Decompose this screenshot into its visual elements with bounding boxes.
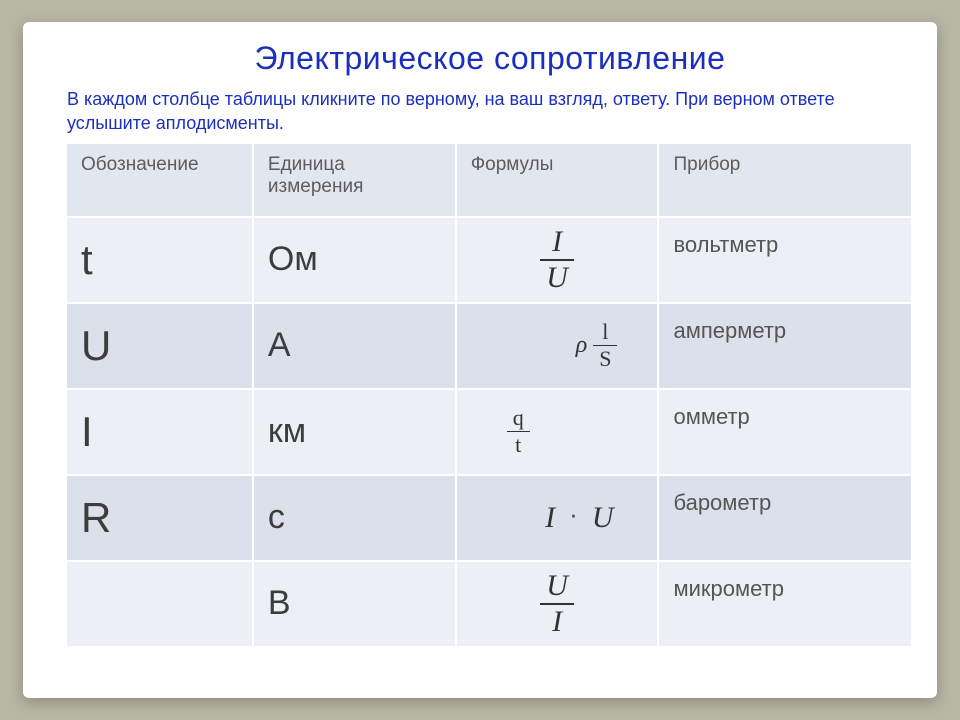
answer-device[interactable]: омметр	[658, 389, 912, 475]
answer-unit[interactable]: км	[253, 389, 456, 475]
answer-device[interactable]: барометр	[658, 475, 912, 561]
table-row: U А ρ l S амперметр	[67, 303, 912, 389]
product-formula-icon: I · U	[471, 501, 644, 535]
answer-unit[interactable]: с	[253, 475, 456, 561]
col-header-formula: Формулы	[456, 144, 659, 217]
fraction-icon: I U	[540, 225, 574, 295]
instructions-text: В каждом столбце таблицы кликните по вер…	[67, 87, 913, 136]
rho-formula-icon: ρ l S	[471, 319, 644, 372]
answer-symbol[interactable]: t	[67, 217, 253, 303]
table-row: t Ом I U вольтметр	[67, 217, 912, 303]
answer-symbol[interactable]	[67, 561, 253, 647]
fraction-icon: q t	[507, 405, 530, 458]
answer-formula[interactable]: q t	[456, 389, 659, 475]
answer-unit[interactable]: В	[253, 561, 456, 647]
table-row: I км q t омметр	[67, 389, 912, 475]
slide-card: Электрическое сопротивление В каждом сто…	[23, 22, 937, 698]
answer-formula[interactable]: U I	[456, 561, 659, 647]
answer-formula[interactable]: ρ l S	[456, 303, 659, 389]
answer-symbol[interactable]: R	[67, 475, 253, 561]
col-header-device: Прибор	[658, 144, 912, 217]
col-header-symbol: Обозначение	[67, 144, 253, 217]
answer-unit[interactable]: А	[253, 303, 456, 389]
table-header-row: Обозначение Единица измерения Формулы Пр…	[67, 144, 912, 217]
answer-formula[interactable]: I U	[456, 217, 659, 303]
answer-device[interactable]: вольтметр	[658, 217, 912, 303]
answer-symbol[interactable]: U	[67, 303, 253, 389]
fraction-icon: U I	[540, 569, 574, 639]
answer-device[interactable]: микрометр	[658, 561, 912, 647]
table-row: В U I микрометр	[67, 561, 912, 647]
quiz-table: Обозначение Единица измерения Формулы Пр…	[67, 144, 913, 648]
col-header-unit: Единица измерения	[253, 144, 456, 217]
answer-formula[interactable]: I · U	[456, 475, 659, 561]
answer-unit[interactable]: Ом	[253, 217, 456, 303]
page-title: Электрическое сопротивление	[67, 40, 913, 77]
table-row: R с I · U барометр	[67, 475, 912, 561]
answer-symbol[interactable]: I	[67, 389, 253, 475]
answer-device[interactable]: амперметр	[658, 303, 912, 389]
